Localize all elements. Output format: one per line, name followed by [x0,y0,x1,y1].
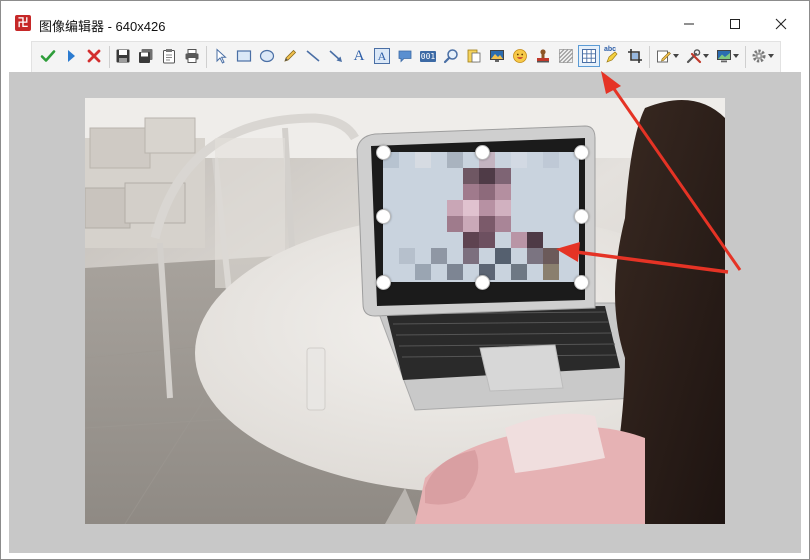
annotation-arrows [556,71,742,274]
annotation-arrow-to-mosaic-region [556,242,729,274]
annotation-arrow-to-mosaic-tool [601,71,742,271]
